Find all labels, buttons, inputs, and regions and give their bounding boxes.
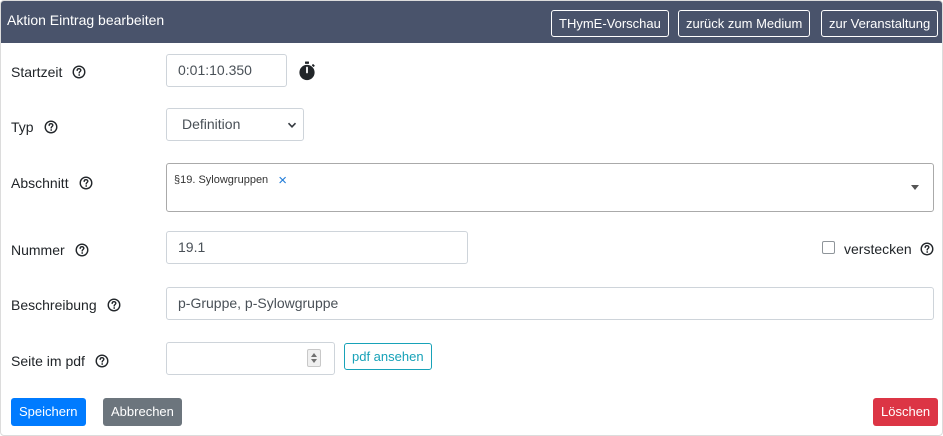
number-label: Nummer [11, 242, 65, 258]
stopwatch-icon[interactable] [298, 61, 316, 81]
edit-entry-card: Aktion Eintrag bearbeiten THymE-Vorschau… [0, 0, 943, 436]
section-label-group: Abschnitt [11, 175, 93, 191]
pdf-page-label-group: Seite im pdf [11, 353, 109, 369]
number-input[interactable]: 19.1 [166, 231, 468, 264]
delete-button[interactable]: Löschen [873, 398, 939, 426]
type-select[interactable]: Definition [166, 108, 304, 141]
section-multiselect[interactable]: §19. Sylowgruppen × [166, 163, 934, 212]
page-title: Aktion Eintrag bearbeiten [7, 12, 165, 28]
start-time-label-group: Startzeit [11, 64, 86, 80]
section-tag: §19. Sylowgruppen × [174, 173, 287, 188]
help-icon[interactable] [107, 298, 121, 312]
description-label: Beschreibung [11, 297, 97, 313]
to-event-button[interactable]: zur Veranstaltung [821, 10, 939, 37]
chevron-down-icon [287, 122, 297, 128]
section-label: Abschnitt [11, 175, 69, 191]
cancel-button[interactable]: Abbrechen [103, 398, 182, 426]
view-pdf-button[interactable]: pdf ansehen [344, 343, 432, 370]
type-select-value: Definition [182, 116, 241, 132]
card-header: Aktion Eintrag bearbeiten THymE-Vorschau… [1, 1, 942, 43]
back-to-medium-button[interactable]: zurück zum Medium [678, 10, 811, 37]
caret-down-icon[interactable] [911, 185, 919, 190]
description-input[interactable]: p-Gruppe, p-Sylowgruppe [166, 287, 934, 320]
remove-tag-icon[interactable]: × [278, 173, 287, 188]
type-label: Typ [11, 119, 34, 135]
help-icon[interactable] [75, 243, 89, 257]
number-label-group: Nummer [11, 242, 89, 258]
help-icon[interactable] [95, 354, 109, 368]
section-tag-label: §19. Sylowgruppen [174, 174, 269, 186]
start-time-input[interactable]: 0:01:10.350 [166, 54, 287, 87]
thyme-preview-button[interactable]: THymE-Vorschau [551, 10, 669, 37]
pdf-page-label: Seite im pdf [11, 353, 85, 369]
help-icon[interactable] [79, 176, 93, 190]
help-icon[interactable] [920, 242, 934, 256]
type-label-group: Typ [11, 119, 58, 135]
hide-label: verstecken [844, 241, 912, 257]
help-icon[interactable] [72, 65, 86, 79]
number-spinner[interactable] [307, 349, 321, 367]
save-button[interactable]: Speichern [11, 398, 86, 426]
help-icon[interactable] [44, 120, 58, 134]
description-label-group: Beschreibung [11, 297, 121, 313]
hide-checkbox[interactable] [822, 241, 835, 254]
start-time-label: Startzeit [11, 64, 63, 80]
